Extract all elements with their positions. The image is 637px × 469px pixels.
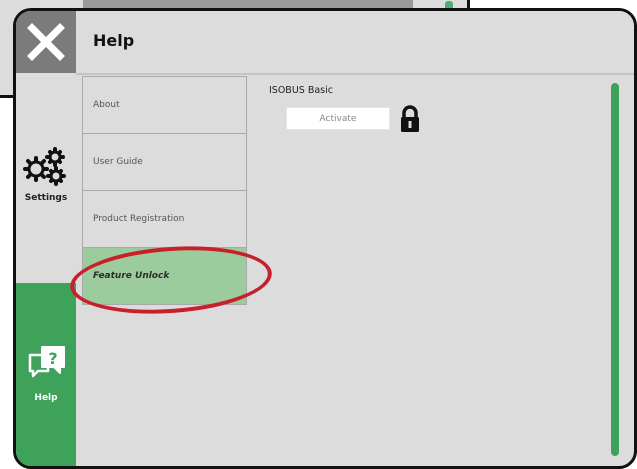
help-window: Help Settings ? Help About User Guide Pr…: [13, 8, 637, 469]
close-icon: [27, 23, 65, 61]
menu-item-label: Feature Unlock: [93, 271, 170, 281]
menu-item-label: About: [93, 100, 120, 110]
scrollbar[interactable]: [611, 83, 619, 456]
page-title: Help: [93, 31, 135, 50]
sidebar-item-settings-label: Settings: [24, 193, 68, 203]
menu-item-feature-unlock[interactable]: Feature Unlock: [82, 247, 247, 305]
help-menu: About User Guide Product Registration Fe…: [82, 76, 247, 305]
svg-text:?: ?: [48, 349, 57, 368]
menu-item-user-guide[interactable]: User Guide: [82, 133, 247, 191]
titlebar: Help: [16, 11, 634, 75]
lock-icon: [401, 105, 419, 132]
activate-button[interactable]: Activate: [286, 107, 390, 130]
menu-item-product-registration[interactable]: Product Registration: [82, 190, 247, 248]
help-chat-icon: ?: [28, 346, 65, 378]
sidebar-item-help[interactable]: ? Help: [16, 283, 76, 466]
menu-item-about[interactable]: About: [82, 76, 247, 134]
gears-icon: [23, 147, 66, 186]
menu-item-label: Product Registration: [93, 214, 185, 224]
close-button[interactable]: [16, 11, 76, 73]
sidebar-item-help-label: Help: [34, 393, 58, 403]
menu-item-label: User Guide: [93, 157, 143, 167]
sidebar-item-settings[interactable]: Settings: [16, 73, 76, 283]
sidebar: Settings ? Help: [16, 73, 76, 466]
license-label: ISOBUS Basic: [269, 85, 333, 96]
